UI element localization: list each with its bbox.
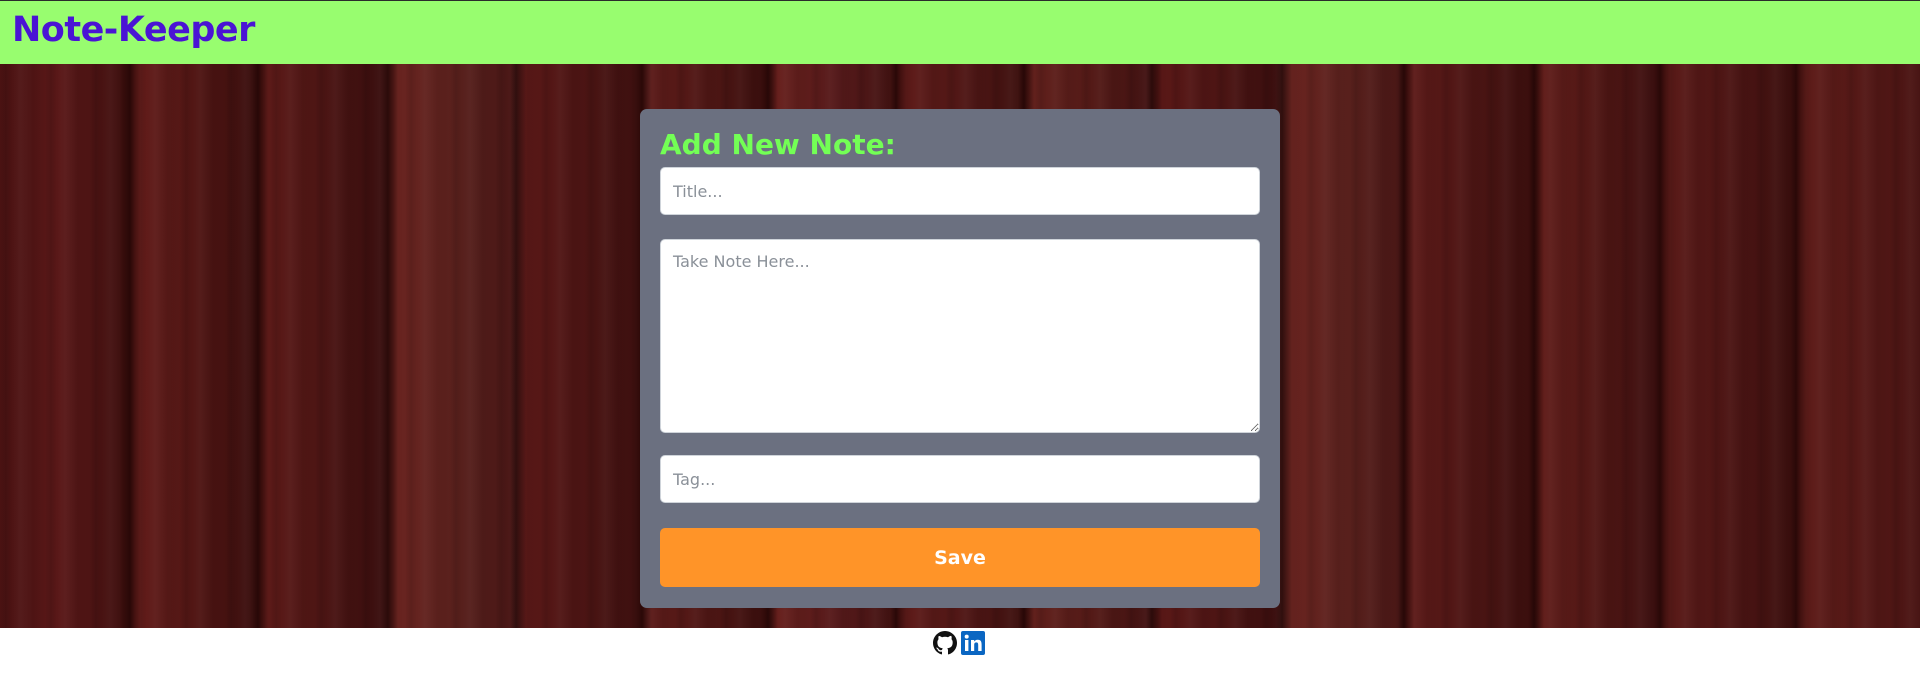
app-title: Note-Keeper bbox=[12, 10, 255, 50]
note-textarea[interactable] bbox=[660, 239, 1260, 433]
social-links bbox=[933, 631, 985, 655]
add-note-card: Add New Note: Save bbox=[640, 109, 1280, 608]
linkedin-link[interactable] bbox=[961, 631, 985, 655]
tag-input[interactable] bbox=[660, 455, 1260, 503]
footer bbox=[0, 628, 1920, 685]
github-link[interactable] bbox=[933, 631, 957, 655]
navbar: Note-Keeper bbox=[0, 0, 1920, 64]
linkedin-icon bbox=[961, 631, 985, 655]
github-icon bbox=[933, 631, 957, 655]
title-input[interactable] bbox=[660, 167, 1260, 215]
add-note-heading: Add New Note: bbox=[660, 128, 896, 161]
save-button[interactable]: Save bbox=[660, 528, 1260, 587]
